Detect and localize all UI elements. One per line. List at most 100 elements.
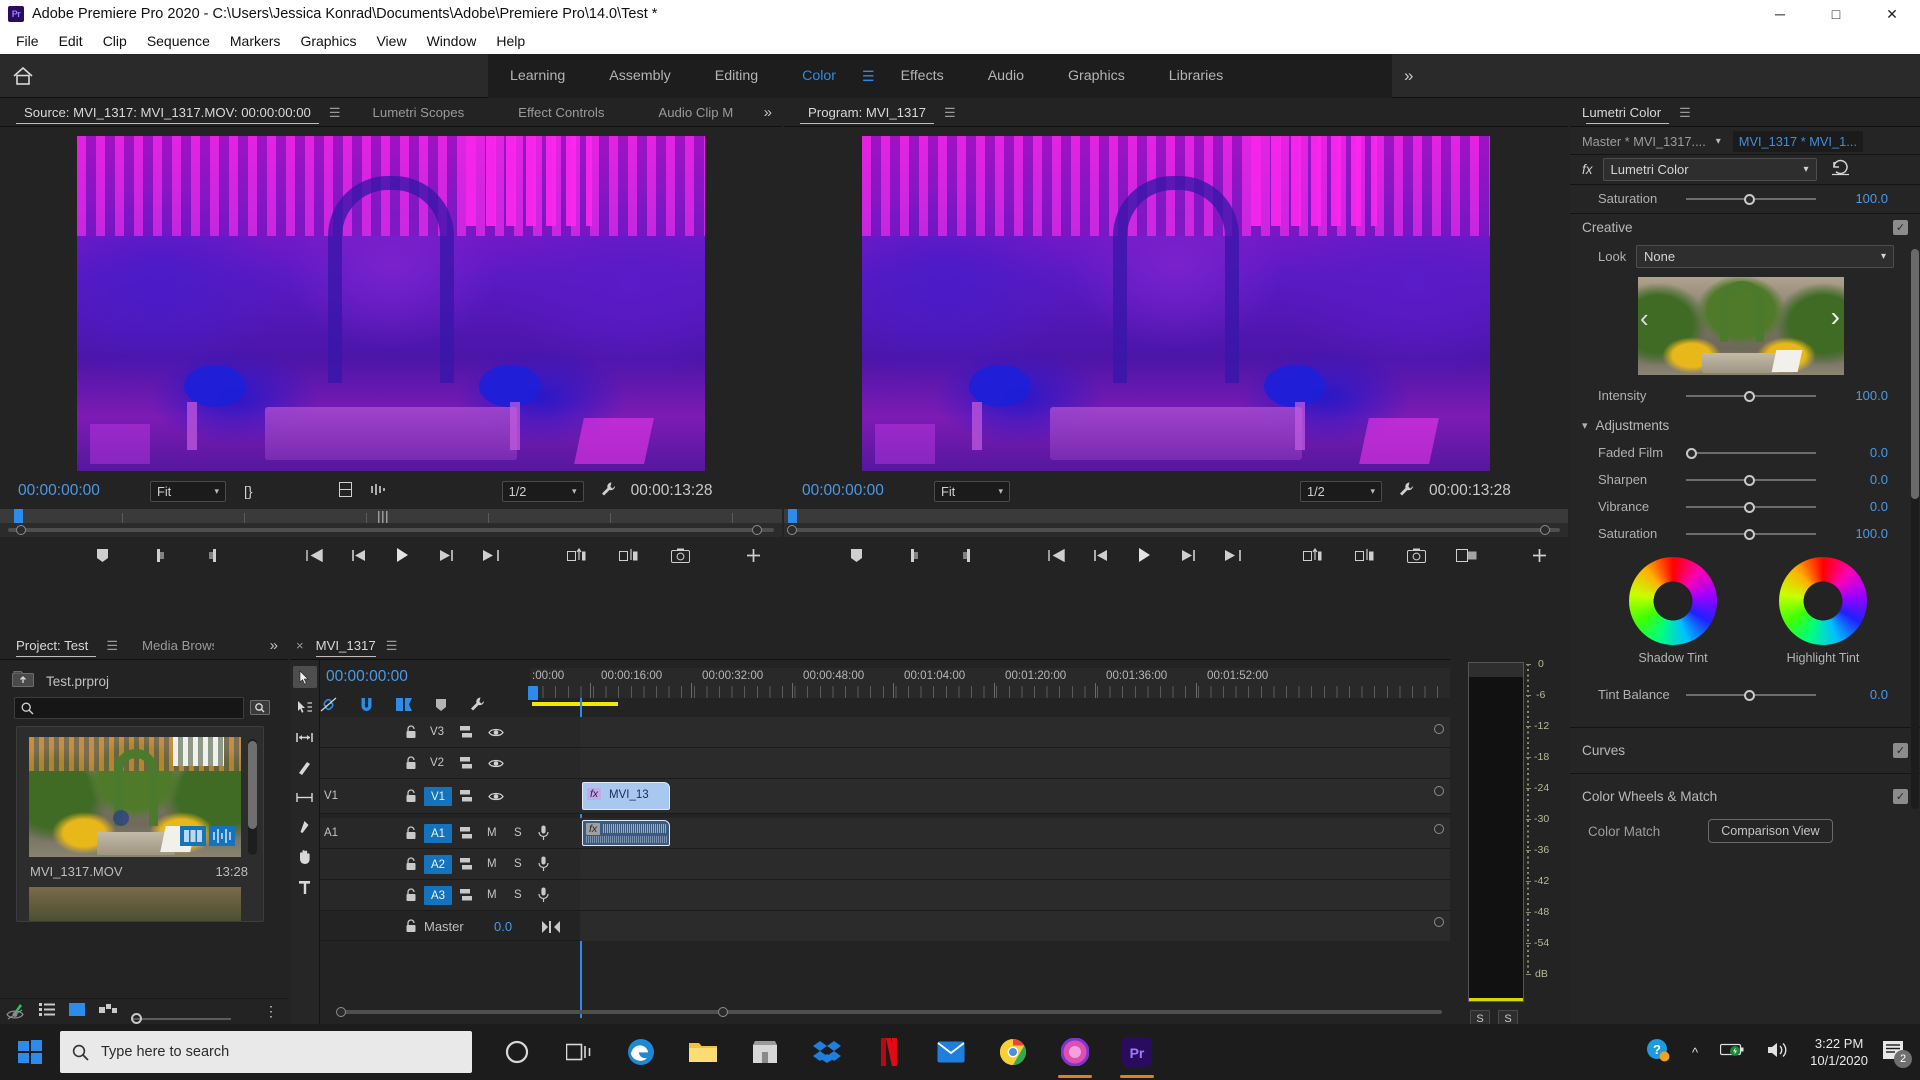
photos-icon[interactable] [1044,1024,1106,1080]
maximize-button[interactable]: □ [1808,0,1864,28]
sync-lock-icon-v3[interactable] [460,725,475,739]
source-playhead[interactable] [14,509,23,523]
lumetri-creative-header[interactable]: Creative ✓ [1570,213,1920,241]
chevron-down-icon-clip[interactable]: ▾ [1716,136,1721,147]
marker-icon[interactable] [435,698,447,717]
mark-out-button[interactable] [195,540,229,570]
timeline-clip-v1[interactable]: fx MVI_13 [582,782,670,810]
track-header-v2[interactable]: V2 [320,748,580,779]
track-lane-a2[interactable] [580,849,1450,880]
find-icon[interactable] [250,698,270,721]
source-current-timecode[interactable]: 00:00:00:00 [18,482,130,500]
chevron-down-icon-adjustments[interactable]: ▾ [1582,419,1588,432]
adj-saturation-value[interactable]: 100.0 [1828,526,1888,541]
program-extract-button[interactable] [1347,540,1381,570]
shadow-tint-wheel[interactable] [1629,557,1717,645]
source-patch-a1[interactable]: A1 [324,827,338,839]
export-frame-button[interactable] [663,540,697,570]
basic-saturation-slider[interactable] [1686,192,1816,206]
timeline-menu-icon[interactable]: ☰ [386,638,398,654]
solo-button-a1[interactable]: S [514,827,522,839]
toggle-track-output-icon-v2[interactable] [488,758,504,769]
minimize-button[interactable]: ─ [1752,0,1808,28]
lock-icon-master[interactable] [405,919,417,933]
tab-audio-clip-mixer[interactable]: Audio Clip M [644,99,736,126]
program-settings-wrench-icon[interactable] [1398,481,1415,501]
bin-scrollbar[interactable] [248,739,257,855]
timeline-playhead-timecode[interactable]: 00:00:00:00 [326,668,408,686]
freeform-view-icon[interactable] [99,1003,117,1021]
workspace-tab-learning[interactable]: Learning [488,54,587,98]
lumetri-scrollbar[interactable] [1911,249,1919,809]
highlight-tint-wheel[interactable] [1779,557,1867,645]
workspace-tab-libraries[interactable]: Libraries [1147,54,1245,98]
overwrite-button[interactable] [611,540,645,570]
program-playhead[interactable] [788,509,797,523]
netflix-icon[interactable] [858,1024,920,1080]
track-lane-v1[interactable]: fx MVI_13 [580,779,1450,814]
voice-over-icon-a3[interactable] [538,887,549,903]
selection-tool[interactable] [292,666,317,688]
source-zoom-knob-right[interactable] [752,525,762,535]
program-duration-timecode[interactable]: 00:00:13:28 [1429,482,1511,500]
list-view-icon[interactable] [39,1002,55,1021]
track-lane-v3[interactable] [580,717,1450,748]
program-lift-button[interactable] [1295,540,1329,570]
look-prev-arrow[interactable]: ‹ [1640,305,1649,331]
tint-balance-slider[interactable] [1686,688,1816,702]
program-video-area[interactable] [784,133,1568,473]
menu-help[interactable]: Help [486,28,535,54]
timeline-tab-close-icon[interactable]: × [296,638,304,653]
reset-icon[interactable] [1831,159,1850,181]
type-tool[interactable] [293,876,317,898]
source-settings-wrench-icon[interactable] [600,481,617,501]
faded-film-value[interactable]: 0.0 [1828,445,1888,460]
workspace-overflow-icon[interactable]: » [1404,66,1413,86]
file-explorer-icon[interactable] [672,1024,734,1080]
track-lane-v2[interactable] [580,748,1450,779]
source-select-zoom-icon[interactable]: [} [244,483,253,499]
taskbar-search-box[interactable]: Type here to search [60,1031,472,1073]
help-icon[interactable]: ? [1638,1038,1678,1067]
razor-tool[interactable] [293,756,317,778]
track-name-v1[interactable]: V1 [424,787,452,806]
lumetri-adjustments-header[interactable]: ▾ Adjustments [1570,412,1920,438]
lumetri-master-clip[interactable]: Master * MVI_1317.... [1582,134,1706,149]
program-mark-out-button[interactable] [949,540,983,570]
menu-sequence[interactable]: Sequence [137,28,220,54]
adj-saturation-slider[interactable] [1686,527,1816,541]
play-button[interactable] [385,540,419,570]
sync-lock-icon-v1[interactable] [460,789,475,803]
program-add-marker-button[interactable] [839,540,873,570]
hand-tool[interactable] [293,846,317,868]
track-header-a2[interactable]: A2 M S [320,849,580,880]
tab-lumetri-scopes[interactable]: Lumetri Scopes [359,99,479,126]
step-forward-button[interactable] [429,540,463,570]
workspace-tab-audio[interactable]: Audio [966,54,1046,98]
look-next-arrow[interactable]: › [1831,303,1840,331]
lock-icon-v3[interactable] [405,725,417,739]
source-video-area[interactable] [0,133,782,473]
lock-icon-v2[interactable] [405,756,417,770]
look-select[interactable]: None ▾ [1636,245,1894,268]
source-duration-timecode[interactable]: 00:00:13:28 [631,482,713,500]
voice-over-icon-a2[interactable] [538,856,549,872]
comparison-view-button[interactable]: Comparison View [1708,819,1833,843]
tab-effect-controls[interactable]: Effect Controls [504,99,618,126]
basic-saturation-value[interactable]: 100.0 [1828,191,1888,206]
pen-tool[interactable] [293,816,317,838]
source-zoom-bar[interactable] [0,523,782,537]
look-preview-thumbnail[interactable]: ‹ › [1638,277,1844,375]
close-button[interactable]: ✕ [1864,0,1920,28]
intensity-slider[interactable] [1686,389,1816,403]
step-back-button[interactable] [341,540,375,570]
workspace-tab-editing[interactable]: Editing [693,54,780,98]
track-select-forward-tool[interactable] [293,696,317,718]
source-scrubber[interactable] [0,509,782,523]
workspace-tab-effects[interactable]: Effects [879,54,966,98]
video-only-drag-icon[interactable] [180,826,206,851]
notification-center-icon[interactable]: 2 [1872,1040,1914,1068]
tab-source-monitor[interactable]: Source: MVI_1317: MVI_1317.MOV: 00:00:00… [10,99,325,126]
sharpen-value[interactable]: 0.0 [1828,472,1888,487]
marker-sync-icon[interactable] [396,697,413,717]
